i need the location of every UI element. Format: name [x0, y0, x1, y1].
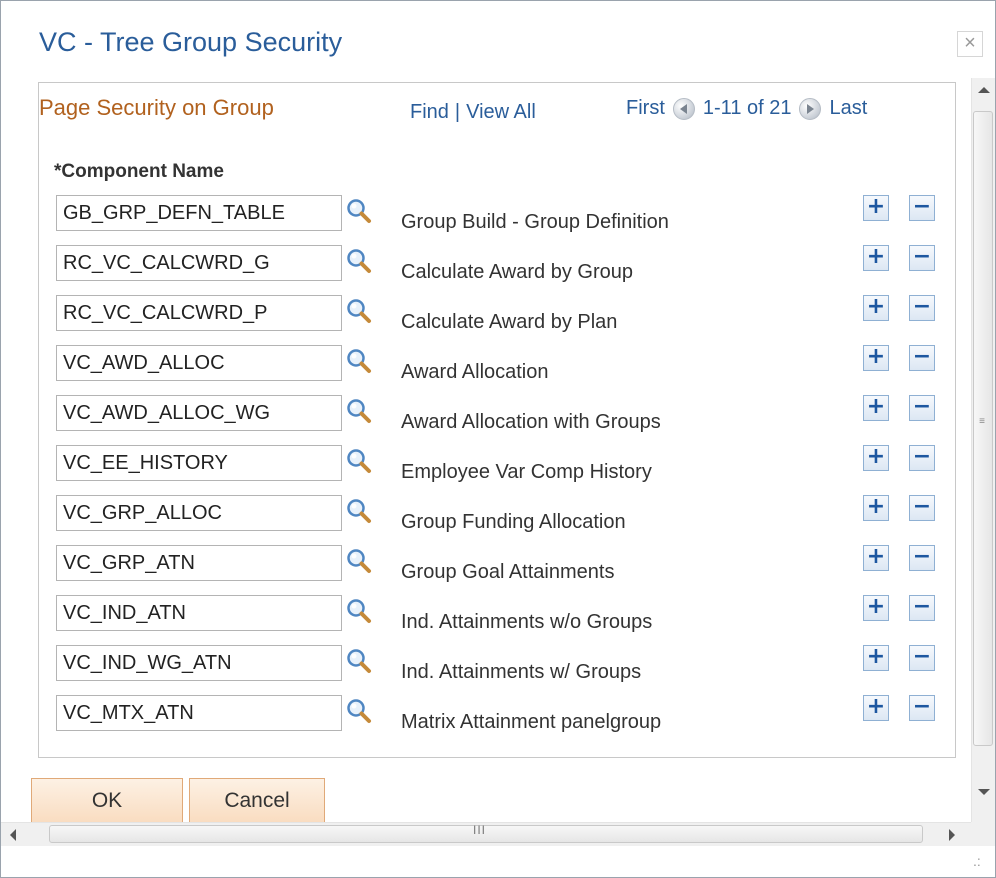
vertical-grip-icon: ≡: [979, 416, 985, 427]
dialog-title: VC - Tree Group Security: [39, 27, 343, 57]
last-link[interactable]: Last: [829, 97, 867, 120]
component-name-field[interactable]: VC_GRP_ATN: [56, 545, 342, 581]
component-description: Group Build - Group Definition: [401, 211, 669, 233]
add-row-button[interactable]: +: [863, 595, 889, 621]
grid-title: Page Security on Group: [39, 95, 274, 120]
magnifier-icon[interactable]: [345, 547, 373, 575]
add-row-button[interactable]: +: [863, 295, 889, 321]
component-description: Ind. Attainments w/o Groups: [401, 611, 653, 633]
magnifier-icon[interactable]: [345, 597, 373, 625]
close-button[interactable]: ×: [957, 31, 983, 57]
scrollbar-corner: [971, 822, 995, 846]
ok-button[interactable]: OK: [31, 778, 183, 822]
vertical-scrollbar[interactable]: ≡: [971, 78, 995, 822]
component-name-field[interactable]: VC_EE_HISTORY: [56, 445, 342, 481]
scroll-down-arrow-icon[interactable]: [978, 789, 990, 795]
dialog-window: VC - Tree Group Security × Page Security…: [0, 0, 996, 878]
add-row-button[interactable]: +: [863, 695, 889, 721]
add-row-button[interactable]: +: [863, 245, 889, 271]
component-name-field[interactable]: GB_GRP_DEFN_TABLE: [56, 195, 342, 231]
grid-pager: First 1-11 of 21 Last: [626, 97, 867, 120]
dialog-content: Page Security on Group Find | View All Fir…: [1, 78, 971, 822]
component-name-field[interactable]: RC_VC_CALCWRD_P: [56, 295, 342, 331]
component-description: Group Funding Allocation: [401, 511, 626, 533]
add-row-button[interactable]: +: [863, 545, 889, 571]
magnifier-icon[interactable]: [345, 247, 373, 275]
scroll-left-arrow-icon[interactable]: [10, 829, 16, 841]
vertical-scroll-thumb[interactable]: [973, 111, 993, 746]
cancel-button[interactable]: Cancel: [189, 778, 325, 822]
component-description: Group Goal Attainments: [401, 561, 615, 583]
component-description: Calculate Award by Group: [401, 261, 633, 283]
component-name-field[interactable]: VC_AWD_ALLOC: [56, 345, 342, 381]
table-row: GB_GRP_DEFN_TABLE Group Build - Group Def…: [39, 195, 955, 235]
next-arrow-icon[interactable]: [799, 97, 822, 120]
delete-row-button[interactable]: −: [909, 595, 935, 621]
component-description: Ind. Attainments w/ Groups: [401, 661, 642, 683]
magnifier-icon[interactable]: [345, 447, 373, 475]
component-name-header: *Component Name: [54, 161, 224, 182]
resize-grip-icon[interactable]: .:: [973, 853, 981, 869]
horizontal-grip-icon: III: [473, 823, 487, 837]
table-row: VC_AWD_ALLOC_WG Award Allocation with Gro…: [39, 395, 955, 435]
delete-row-button[interactable]: −: [909, 195, 935, 221]
page-security-grid: Page Security on Group Find | View All Fir…: [38, 82, 956, 758]
horizontal-scrollbar[interactable]: III: [1, 822, 971, 846]
component-name-field[interactable]: VC_MTX_ATN: [56, 695, 342, 731]
add-row-button[interactable]: +: [863, 395, 889, 421]
component-name-field[interactable]: VC_IND_ATN: [56, 595, 342, 631]
component-description: Employee Var Comp History: [401, 461, 652, 483]
delete-row-button[interactable]: −: [909, 245, 935, 271]
add-row-button[interactable]: +: [863, 645, 889, 671]
magnifier-icon[interactable]: [345, 197, 373, 225]
scroll-up-arrow-icon[interactable]: [978, 87, 990, 93]
nav-separator: |: [454, 101, 461, 123]
delete-row-button[interactable]: −: [909, 545, 935, 571]
table-row: VC_IND_ATN Ind. Attainments w/o Groups + −: [39, 595, 955, 635]
component-name-field[interactable]: VC_AWD_ALLOC_WG: [56, 395, 342, 431]
magnifier-icon[interactable]: [345, 297, 373, 325]
prev-arrow-icon[interactable]: [672, 97, 695, 120]
magnifier-icon[interactable]: [345, 497, 373, 525]
table-row: VC_EE_HISTORY Employee Var Comp History + −: [39, 445, 955, 485]
table-row: RC_VC_CALCWRD_P Calculate Award by Plan + −: [39, 295, 955, 335]
table-row: VC_IND_WG_ATN Ind. Attainments w/ Groups +…: [39, 645, 955, 685]
add-row-button[interactable]: +: [863, 195, 889, 221]
delete-row-button[interactable]: −: [909, 495, 935, 521]
component-description: Matrix Attainment panelgroup: [401, 711, 662, 733]
component-name-field[interactable]: RC_VC_CALCWRD_G: [56, 245, 342, 281]
add-row-button[interactable]: +: [863, 445, 889, 471]
magnifier-icon[interactable]: [345, 347, 373, 375]
scroll-right-arrow-icon[interactable]: [949, 829, 955, 841]
view-all-link[interactable]: View All: [466, 101, 536, 123]
component-name-field[interactable]: VC_GRP_ALLOC: [56, 495, 342, 531]
component-description: Award Allocation with Groups: [401, 411, 661, 433]
delete-row-button[interactable]: −: [909, 345, 935, 371]
delete-row-button[interactable]: −: [909, 395, 935, 421]
magnifier-icon[interactable]: [345, 647, 373, 675]
delete-row-button[interactable]: −: [909, 695, 935, 721]
grid-find-links: Find | View All: [410, 101, 536, 124]
component-description: Calculate Award by Plan: [401, 311, 618, 333]
table-row: VC_GRP_ALLOC Group Funding Allocation + −: [39, 495, 955, 535]
magnifier-icon[interactable]: [345, 397, 373, 425]
magnifier-icon[interactable]: [345, 697, 373, 725]
component-description: Award Allocation: [401, 361, 549, 383]
row-range: 1-11 of 21: [702, 97, 792, 119]
delete-row-button[interactable]: −: [909, 445, 935, 471]
delete-row-button[interactable]: −: [909, 295, 935, 321]
table-row: VC_MTX_ATN Matrix Attainment panelgroup + −: [39, 695, 955, 735]
component-name-field[interactable]: VC_IND_WG_ATN: [56, 645, 342, 681]
table-row: VC_AWD_ALLOC Award Allocation + −: [39, 345, 955, 385]
table-row: RC_VC_CALCWRD_G Calculate Award by Group +…: [39, 245, 955, 285]
first-link[interactable]: First: [626, 97, 665, 120]
add-row-button[interactable]: +: [863, 495, 889, 521]
find-link[interactable]: Find: [410, 101, 449, 123]
delete-row-button[interactable]: −: [909, 645, 935, 671]
add-row-button[interactable]: +: [863, 345, 889, 371]
table-row: VC_GRP_ATN Group Goal Attainments + −: [39, 545, 955, 585]
